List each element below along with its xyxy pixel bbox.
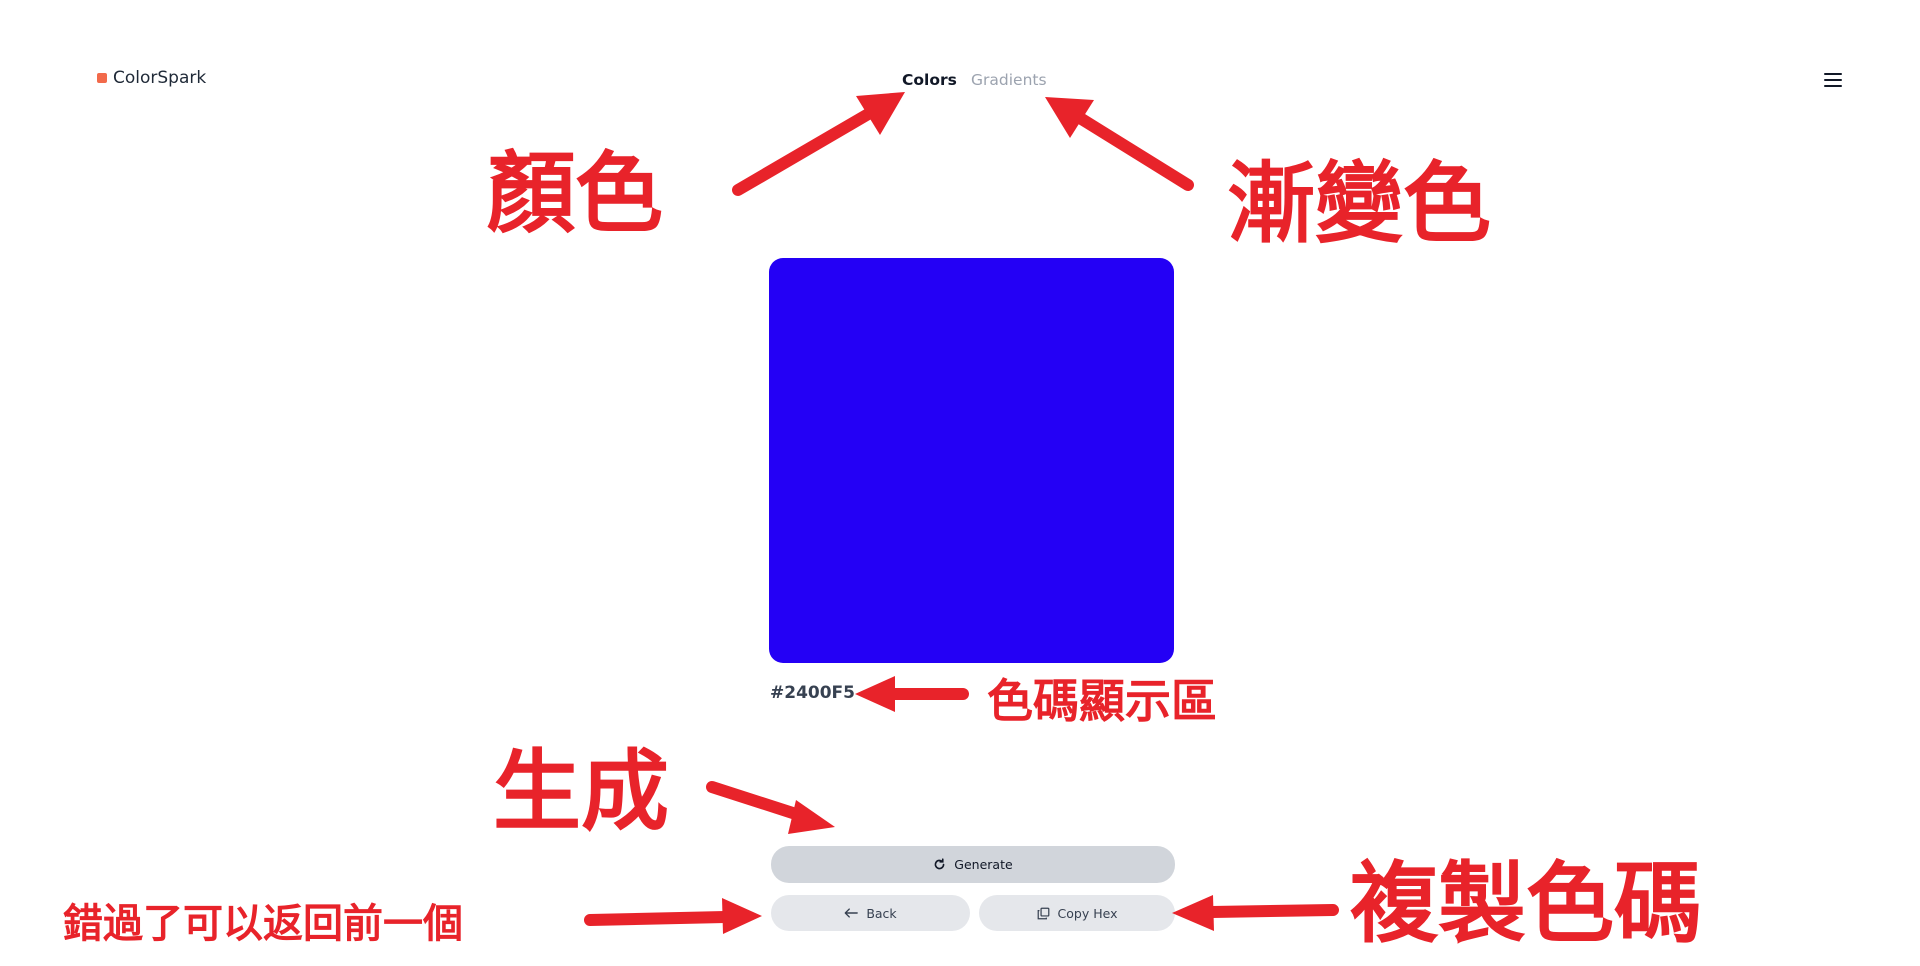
back-label: Back: [866, 905, 897, 921]
annotation-gradients: 漸變色: [1227, 152, 1492, 255]
arrow-left-icon: [844, 907, 859, 919]
arrow-to-back: [584, 911, 731, 926]
refresh-icon: [933, 858, 946, 871]
color-swatch: [769, 258, 1174, 663]
annotation-back: 錯過了可以返回前一個: [63, 901, 463, 947]
copy-icon: [1037, 907, 1050, 920]
annotation-colors: 顏色: [487, 142, 664, 245]
annotation-copy: 複製色碼: [1350, 852, 1703, 955]
copy-hex-button[interactable]: Copy Hex: [979, 895, 1175, 931]
arrow-to-generate: [706, 781, 808, 822]
nav-link-colors[interactable]: Colors: [902, 71, 957, 89]
page: ColorSpark Colors Gradients #2400F5 Gene…: [0, 0, 1920, 966]
generate-label: Generate: [954, 857, 1013, 872]
annotation-hex-area: 色碼顯示區: [987, 674, 1217, 728]
generate-button[interactable]: Generate: [771, 846, 1175, 883]
arrow-to-gradients: [1074, 112, 1194, 191]
annotation-generate: 生成: [493, 740, 670, 843]
nav-link-gradients[interactable]: Gradients: [971, 71, 1047, 89]
hamburger-icon[interactable]: [1824, 73, 1842, 87]
arrow-to-copy: [1206, 904, 1339, 918]
logo-mark-icon: [97, 73, 107, 83]
logo-text: ColorSpark: [113, 68, 207, 88]
back-button[interactable]: Back: [771, 895, 970, 931]
arrow-to-colors: [732, 107, 876, 196]
logo[interactable]: ColorSpark: [97, 68, 206, 88]
copy-hex-label: Copy Hex: [1057, 905, 1118, 921]
hex-code-display: #2400F5: [770, 683, 855, 703]
